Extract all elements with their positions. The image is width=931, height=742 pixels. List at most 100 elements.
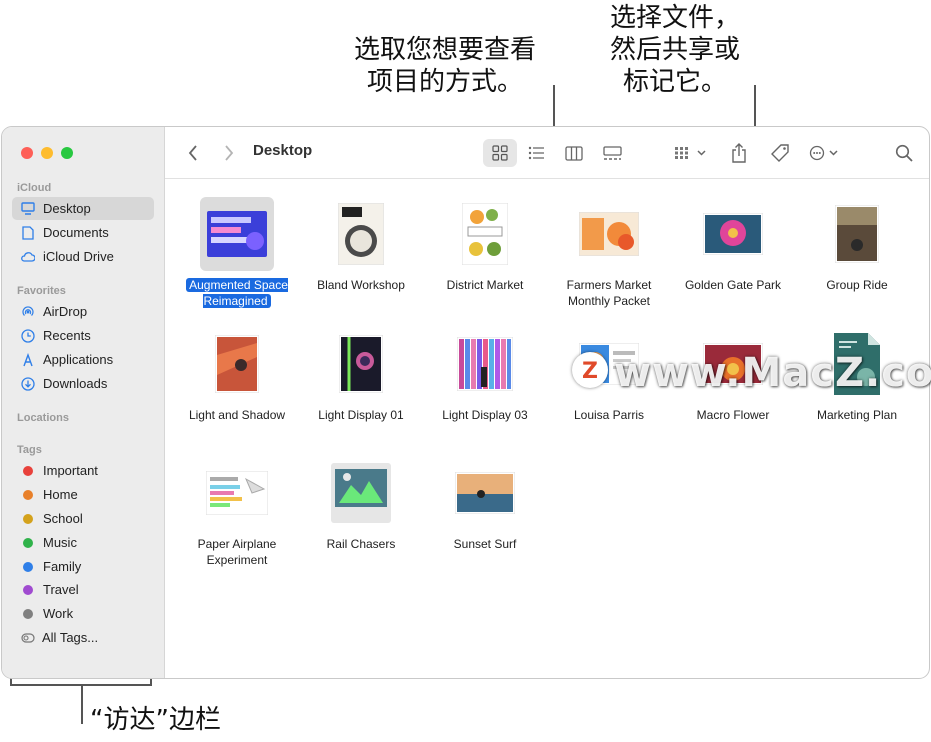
file-thumbnail [423, 197, 547, 271]
tag-color-dot [23, 608, 33, 619]
photo-thumbnail [455, 472, 515, 514]
sidebar-tag-music[interactable]: Music [12, 531, 154, 554]
document-thumbnail [462, 203, 508, 265]
sidebar-section-favorites: Favorites [17, 285, 66, 297]
file-thumbnail [423, 327, 547, 401]
chevron-right-icon [225, 145, 234, 161]
sidebar-item-desktop[interactable]: Desktop [12, 197, 154, 220]
sidebar-item-icloud-drive[interactable]: iCloud Drive [12, 245, 154, 268]
desktop-icon [20, 201, 35, 216]
sidebar-tag-home[interactable]: Home [12, 483, 154, 506]
sidebar-tag-travel[interactable]: Travel [12, 578, 154, 601]
sidebar-item-applications[interactable]: Applications [12, 348, 154, 371]
sidebar-item-label: School [43, 511, 83, 526]
cloud-icon [20, 249, 35, 264]
file-item[interactable]: Light Display 03 [423, 327, 547, 423]
file-name: Group Ride [826, 278, 888, 292]
list-view-button[interactable] [519, 139, 553, 167]
file-name: Golden Gate Park [684, 278, 782, 292]
gallery-icon [602, 145, 622, 160]
chevron-left-icon [188, 145, 197, 161]
file-thumbnail [299, 456, 423, 530]
tag-button[interactable] [768, 139, 792, 167]
file-item[interactable]: Farmers Market Monthly Packet [547, 197, 671, 309]
file-item[interactable]: Light Display 01 [299, 327, 423, 423]
file-name: Light Display 01 [318, 408, 404, 422]
file-item[interactable]: Golden Gate Park [671, 197, 795, 293]
sidebar-item-label: AirDrop [43, 304, 88, 319]
sidebar-item-label: Desktop [43, 201, 91, 216]
view-callout: 选取您想要查看 项目的方式。 [353, 35, 536, 97]
tag-color-dot [23, 537, 33, 548]
sidebar-item-airdrop[interactable]: AirDrop [12, 300, 154, 323]
close-window-button[interactable] [21, 147, 33, 159]
sidebar-tag-important[interactable]: Important [12, 459, 154, 482]
file-thumbnail [299, 197, 423, 271]
photo-thumbnail [457, 337, 513, 391]
tag-color-dot [23, 561, 33, 572]
document-thumbnail [206, 471, 268, 515]
share-callout-line [754, 85, 756, 132]
sidebar-item-documents[interactable]: Documents [12, 221, 154, 244]
zoom-window-button[interactable] [61, 147, 73, 159]
file-name: Light Display 03 [442, 408, 528, 422]
tag-color-dot [23, 465, 33, 476]
search-icon [895, 144, 913, 162]
file-name: District Market [446, 278, 524, 292]
share-button[interactable] [728, 139, 750, 167]
group-by-button[interactable] [673, 139, 711, 167]
photo-thumbnail [835, 205, 879, 263]
share-icon [732, 143, 746, 163]
file-item[interactable]: Light and Shadow [175, 327, 299, 423]
all-tags-icon [20, 630, 35, 645]
file-thumbnail [200, 197, 274, 271]
sidebar-item-label: Work [43, 606, 74, 621]
watermark-logo: Z [572, 352, 608, 388]
file-item[interactable]: Bland Workshop [299, 197, 423, 293]
sidebar-item-label: Documents [43, 225, 109, 240]
tag-color-dot [23, 513, 33, 524]
file-item[interactable]: District Market [423, 197, 547, 293]
sidebar-all-tags[interactable]: All Tags... [12, 626, 154, 649]
file-name: Rail Chasers [326, 537, 396, 551]
file-name: Marketing Plan [816, 408, 898, 422]
photo-thumbnail [339, 335, 383, 393]
sidebar-tag-school[interactable]: School [12, 507, 154, 530]
sidebar-item-label: Important [43, 463, 98, 478]
sidebar-section-tags: Tags [17, 444, 42, 456]
minimize-window-button[interactable] [41, 147, 53, 159]
forward-button[interactable] [219, 139, 239, 167]
file-item[interactable]: Paper Airplane Experiment [175, 456, 299, 568]
photo-thumbnail [703, 213, 763, 255]
more-actions-button[interactable] [808, 139, 844, 167]
keynote-thumbnail [207, 211, 267, 257]
gallery-view-button[interactable] [595, 139, 629, 167]
file-name: Sunset Surf [453, 537, 517, 551]
sidebar-tag-work[interactable]: Work [12, 602, 154, 625]
tag-color-dot [23, 584, 33, 595]
sidebar-item-downloads[interactable]: Downloads [12, 372, 154, 395]
file-item[interactable]: Rail Chasers [299, 456, 423, 552]
column-view-button[interactable] [557, 139, 591, 167]
search-button[interactable] [893, 139, 915, 167]
file-item[interactable]: Group Ride [795, 197, 919, 293]
tag-icon [771, 144, 789, 162]
file-thumbnail [175, 327, 299, 401]
sidebar-section-locations: Locations [17, 412, 69, 424]
airdrop-icon [20, 304, 35, 319]
back-button[interactable] [183, 139, 203, 167]
file-item[interactable]: Sunset Surf [423, 456, 547, 552]
sidebar-item-recents[interactable]: Recents [12, 324, 154, 347]
file-name: Light and Shadow [188, 408, 286, 422]
photo-thumbnail [215, 335, 259, 393]
file-name: Augmented Space Reimagined [175, 277, 299, 309]
view-mode-control [481, 139, 631, 167]
file-item[interactable]: Augmented Space Reimagined [175, 197, 299, 309]
sidebar-callout-line [81, 686, 83, 724]
document-icon [20, 225, 35, 240]
icon-view-button[interactable] [483, 139, 517, 167]
columns-icon [565, 145, 583, 161]
sidebar-section-icloud: iCloud [17, 182, 52, 194]
sidebar-tag-family[interactable]: Family [12, 555, 154, 578]
watermark-text: www.MacZ.com [614, 350, 931, 396]
